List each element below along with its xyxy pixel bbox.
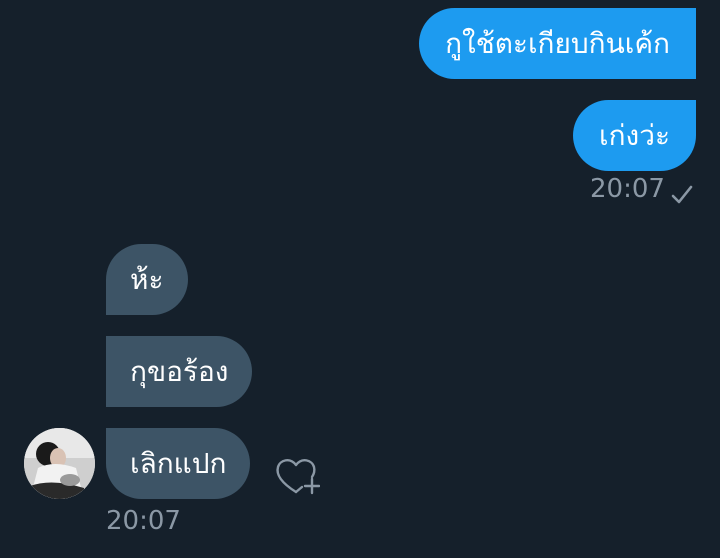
user-avatar[interactable] — [24, 428, 95, 499]
sent-message-bubble[interactable]: กูใช้ตะเกียบกินเค้ก — [419, 8, 696, 79]
message-text: กูใช้ตะเกียบกินเค้ก — [445, 26, 670, 60]
heart-plus-icon[interactable] — [272, 454, 320, 498]
sent-message-bubble[interactable]: เก่งว่ะ — [573, 100, 696, 171]
received-message-bubble[interactable]: กุขอร้อง — [106, 336, 253, 407]
message-text: ห้ะ — [130, 262, 164, 296]
message-text: เลิกแปก — [130, 446, 227, 480]
sent-timestamp: 20:07 — [590, 174, 665, 204]
message-text: เก่งว่ะ — [599, 118, 670, 152]
avatar-photo — [24, 428, 95, 499]
received-message-bubble[interactable]: เลิกแปก — [106, 428, 251, 499]
received-message-bubble[interactable]: ห้ะ — [106, 244, 188, 315]
received-timestamp: 20:07 — [106, 506, 181, 536]
checkmark-icon — [671, 185, 693, 204]
message-text: กุขอร้อง — [130, 354, 229, 388]
